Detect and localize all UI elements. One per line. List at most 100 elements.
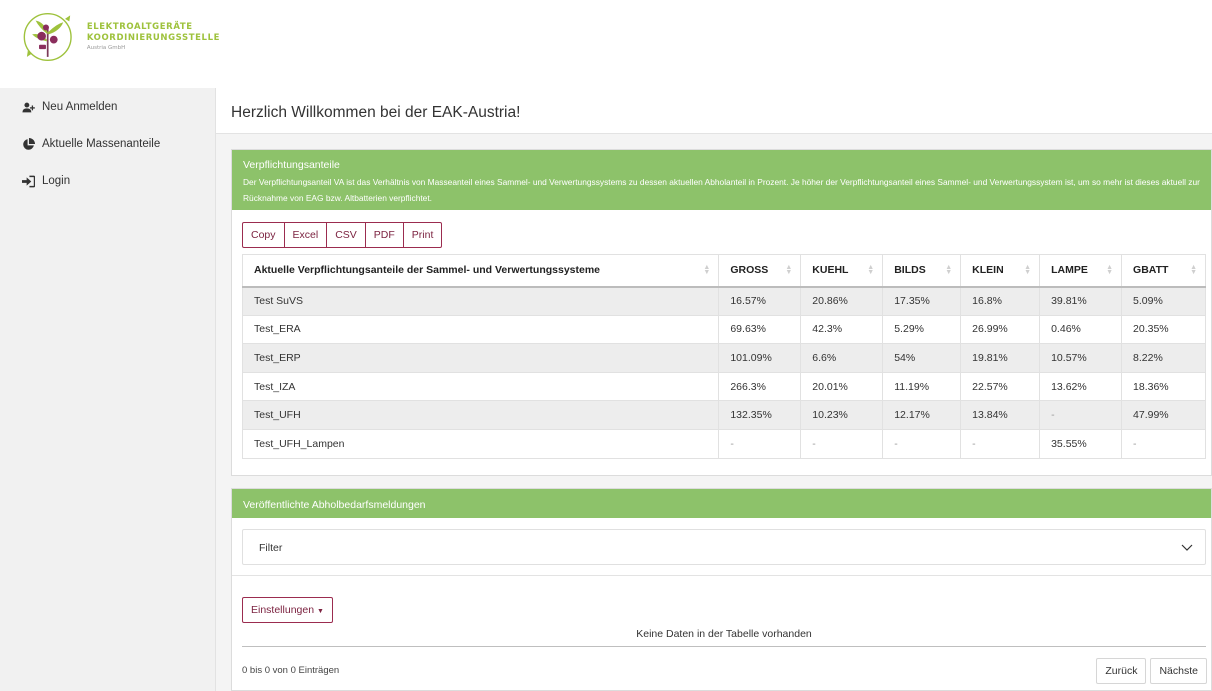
sidebar: Neu Anmelden Aktuelle Massenanteile Logi… (0, 88, 216, 691)
filter-accordion[interactable]: Filter (242, 529, 1206, 565)
cell-gbatt: 20.35% (1121, 314, 1206, 345)
cell-gross: 69.63% (718, 314, 802, 345)
pdf-button[interactable]: PDF (366, 223, 404, 247)
sidebar-item-label: Neu Anmelden (42, 101, 118, 113)
settings-dropdown-button[interactable]: Einstellungen ▼ (242, 597, 333, 623)
table-row: Test_ERA 69.63% 42.3% 5.29% 26.99% 0.46%… (241, 314, 1206, 345)
sort-icon: ▲ ▼ (703, 264, 711, 276)
cell-kuehl: - (800, 428, 884, 459)
cell-gross: 266.3% (718, 371, 802, 402)
recycling-plant-logo-icon (23, 12, 72, 62)
column-header-gross[interactable]: GROSS ▲ ▼ (718, 254, 802, 288)
cell-klein: 13.84% (960, 400, 1041, 430)
sidebar-item-neu-anmelden[interactable]: Neu Anmelden (0, 98, 117, 116)
previous-page-button[interactable]: Zurück (1096, 658, 1147, 684)
table-header-row: Aktuelle Verpflichtungsanteile der Samme… (241, 254, 1206, 288)
sort-icon: ▲ ▼ (1190, 264, 1197, 276)
table-row: Test_IZA 266.3% 20.01% 11.19% 22.57% 13.… (241, 371, 1206, 402)
cell-kuehl: 6.6% (800, 343, 884, 373)
print-button[interactable]: Print (404, 223, 442, 247)
main-content: Herzlich Willkommen bei der EAK-Austria!… (216, 88, 1212, 691)
cell-gbatt: 18.36% (1121, 371, 1206, 402)
cell-klein: 26.99% (960, 314, 1041, 345)
sidebar-item-label: Aktuelle Massenanteile (42, 138, 161, 150)
excel-button[interactable]: Excel (285, 223, 328, 247)
caret-down-icon: ▼ (317, 608, 324, 615)
cell-kuehl: 20.01% (800, 371, 884, 402)
obligations-card-header: Verpflichtungsanteile Der Verpflichtungs… (232, 150, 1211, 210)
sort-icon: ▲ ▼ (945, 264, 953, 276)
copy-button[interactable]: Copy (243, 223, 285, 247)
column-header-lampe[interactable]: LAMPE ▲ ▼ (1039, 254, 1123, 288)
next-page-button[interactable]: Nächste (1150, 658, 1207, 684)
cell-bilds: 17.35% (882, 286, 962, 316)
user-plus-icon (22, 102, 35, 112)
sign-in-icon (22, 175, 35, 187)
cell-bilds: 11.19% (882, 371, 962, 402)
cell-klein: 19.81% (960, 343, 1041, 373)
settings-label: Einstellungen (251, 604, 315, 616)
column-header-gbatt[interactable]: GBATT ▲ ▼ (1121, 254, 1206, 288)
cell-bilds: 5.29% (882, 314, 962, 345)
cell-system: Test_UFH_Lampen (241, 428, 720, 459)
cell-bilds: - (882, 428, 962, 459)
cell-system: Test_IZA (241, 371, 720, 402)
cell-klein: - (960, 428, 1041, 459)
sidebar-item-label: Login (42, 175, 71, 187)
cell-klein: 22.57% (960, 371, 1041, 402)
eak-logo[interactable]: ELEKTROALTGERÄTE KOORDINIERUNGSSTELLE Au… (20, 4, 220, 70)
column-header-klein[interactable]: KLEIN ▲ ▼ (960, 254, 1041, 288)
obligations-table: Aktuelle Verpflichtungsanteile der Samme… (241, 254, 1206, 459)
cell-gross: 101.09% (718, 343, 802, 373)
cell-gbatt: 8.22% (1121, 343, 1206, 373)
cell-kuehl: 20.86% (800, 286, 884, 316)
cell-bilds: 12.17% (882, 400, 962, 430)
cell-gross: 16.57% (718, 286, 802, 316)
cell-bilds: 54% (882, 343, 962, 373)
pickups-card: Veröffentlichte Abholbedarfsmeldungen Fi… (231, 488, 1212, 691)
cell-gbatt: 47.99% (1121, 400, 1206, 430)
sidebar-item-aktuelle-massenanteile[interactable]: Aktuelle Massenanteile (0, 135, 160, 153)
column-header-system[interactable]: Aktuelle Verpflichtungsanteile der Samme… (241, 254, 720, 288)
pickups-card-header: Veröffentlichte Abholbedarfsmeldungen (232, 489, 1211, 518)
table-row: Test_UFH_Lampen - - - - 35.55% - (241, 428, 1206, 459)
cell-lampe: 0.46% (1039, 314, 1123, 345)
table-bottom-border (242, 646, 1206, 647)
cell-lampe: - (1039, 400, 1123, 430)
sort-icon: ▲ ▼ (1106, 264, 1114, 276)
sort-icon: ▲ ▼ (785, 264, 793, 276)
export-button-group: Copy Excel CSV PDF Print (242, 222, 443, 248)
table-info: 0 bis 0 von 0 Einträgen (242, 665, 340, 676)
empty-table-message: Keine Daten in der Tabelle vorhanden (636, 628, 812, 640)
top-bar: ELEKTROALTGERÄTE KOORDINIERUNGSSTELLE Au… (0, 0, 1212, 88)
cell-lampe: 10.57% (1039, 343, 1123, 373)
column-header-bilds[interactable]: BILDS ▲ ▼ (882, 254, 962, 288)
cell-lampe: 35.55% (1039, 428, 1123, 459)
table-row: Test SuVS 16.57% 20.86% 17.35% 16.8% 39.… (241, 286, 1206, 316)
logo-line-1: ELEKTROALTGERÄTE (86, 21, 193, 32)
cell-kuehl: 10.23% (800, 400, 884, 430)
filter-label: Filter (259, 542, 283, 554)
cell-system: Test SuVS (241, 286, 720, 316)
pagination: Zurück Nächste (1092, 658, 1207, 684)
logo-text: ELEKTROALTGERÄTE KOORDINIERUNGSSTELLE Au… (87, 22, 220, 53)
logo-line-3: Austria GmbH (86, 44, 126, 51)
cell-gross: 132.35% (718, 400, 802, 430)
pickups-title: Veröffentlichte Abholbedarfsmeldungen (243, 499, 426, 511)
column-header-kuehl[interactable]: KUEHL ▲ ▼ (800, 254, 884, 288)
cell-system: Test_UFH (241, 400, 720, 430)
obligations-description: Der Verpflichtungsanteil VA ist das Verh… (243, 177, 1200, 203)
cell-system: Test_ERA (241, 314, 720, 345)
logo-line-2: KOORDINIERUNGSSTELLE (86, 32, 220, 43)
page-header: Herzlich Willkommen bei der EAK-Austria! (216, 88, 1212, 134)
csv-button[interactable]: CSV (327, 223, 366, 247)
cell-gbatt: - (1121, 428, 1206, 459)
sidebar-item-login[interactable]: Login (0, 172, 70, 190)
cell-klein: 16.8% (960, 286, 1041, 316)
sort-icon: ▲ ▼ (1024, 264, 1032, 276)
obligations-title: Verpflichtungsanteile (243, 159, 340, 171)
table-row: Test_UFH 132.35% 10.23% 12.17% 13.84% - … (241, 400, 1206, 430)
cell-kuehl: 42.3% (800, 314, 884, 345)
cell-lampe: 39.81% (1039, 286, 1123, 316)
cell-lampe: 13.62% (1039, 371, 1123, 402)
